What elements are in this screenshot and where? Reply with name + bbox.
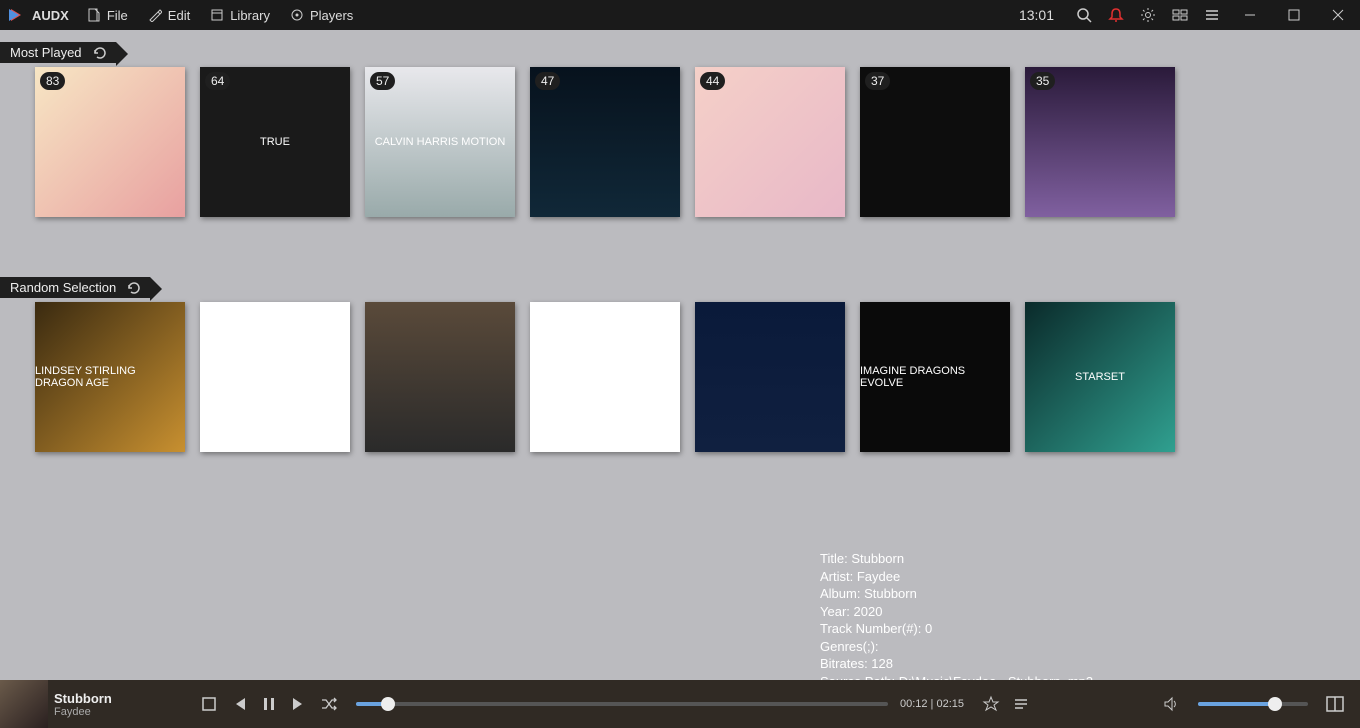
play-count-badge: 44	[700, 72, 725, 90]
sidebar-toggle-button[interactable]	[1320, 695, 1350, 713]
next-button[interactable]	[284, 695, 314, 713]
info-title: Stubborn	[851, 551, 904, 566]
album-tile[interactable]: 44	[695, 67, 845, 217]
search-icon[interactable]	[1071, 2, 1097, 28]
album-art: IMAGINE DRAGONS EVOLVE	[860, 302, 1010, 452]
album-tile[interactable]: 83	[35, 67, 185, 217]
menu-players[interactable]: Players	[290, 8, 353, 23]
close-button[interactable]	[1316, 0, 1360, 30]
album-tile[interactable]: TRUE64	[200, 67, 350, 217]
random-selection-header: Random Selection	[0, 277, 150, 298]
album-tile[interactable]	[695, 302, 845, 452]
seek-bar[interactable]	[356, 702, 888, 706]
menu-players-label: Players	[310, 8, 353, 23]
play-count-badge: 83	[40, 72, 65, 90]
random-row: LINDSEY STIRLING DRAGON AGE DANCEFLOOR IMA…	[0, 298, 1360, 452]
app-name: AUDX	[32, 8, 69, 23]
time-display: 00:12 | 02:15	[900, 698, 964, 710]
notification-icon[interactable]	[1103, 2, 1129, 28]
layout-icon[interactable]	[1167, 2, 1193, 28]
app-logo-icon	[6, 5, 26, 25]
playbar: Stubborn Faydee 00:12 | 02:15	[0, 680, 1360, 728]
menu-file[interactable]: File	[87, 8, 128, 23]
info-artist: Faydee	[857, 569, 900, 584]
settings-icon[interactable]	[1135, 2, 1161, 28]
now-playing-text: Stubborn Faydee	[54, 691, 194, 718]
now-playing-artist: Faydee	[54, 706, 194, 718]
most-played-label: Most Played	[10, 45, 82, 60]
most-played-header: Most Played	[0, 42, 116, 63]
album-art: STARSET	[1025, 302, 1175, 452]
album-art	[695, 302, 845, 452]
now-playing-title: Stubborn	[54, 691, 194, 706]
stop-button[interactable]	[194, 695, 224, 713]
minimize-button[interactable]	[1228, 0, 1272, 30]
album-tile[interactable]: 37	[860, 67, 1010, 217]
refresh-icon[interactable]	[126, 280, 142, 299]
play-count-badge: 47	[535, 72, 560, 90]
volume-slider[interactable]	[1198, 702, 1308, 706]
queue-button[interactable]	[1006, 695, 1036, 713]
volume-icon[interactable]	[1156, 695, 1186, 713]
album-tile[interactable]	[365, 302, 515, 452]
play-count-badge: 57	[370, 72, 395, 90]
favorite-button[interactable]	[976, 695, 1006, 713]
album-tile[interactable]: STARSET	[1025, 302, 1175, 452]
info-album: Stubborn	[864, 586, 917, 601]
titlebar: AUDX File Edit Library Players 13:01	[0, 0, 1360, 30]
info-track-label: Track Number(#):	[820, 621, 925, 636]
album-tile[interactable]: IMAGINE DRAGONS EVOLVE	[860, 302, 1010, 452]
menu-edit[interactable]: Edit	[148, 8, 190, 23]
pause-button[interactable]	[254, 695, 284, 713]
shuffle-button[interactable]	[314, 695, 344, 713]
info-year-label: Year:	[820, 604, 854, 619]
hamburger-icon[interactable]	[1199, 2, 1225, 28]
refresh-icon[interactable]	[92, 45, 108, 64]
album-tile[interactable]: CALVIN HARRIS MOTION57	[365, 67, 515, 217]
now-playing-art[interactable]	[0, 680, 48, 728]
info-year: 2020	[854, 604, 883, 619]
info-bitrate: 128	[871, 656, 893, 671]
random-label: Random Selection	[10, 280, 116, 295]
maximize-button[interactable]	[1272, 0, 1316, 30]
play-count-badge: 37	[865, 72, 890, 90]
play-count-badge: 64	[205, 72, 230, 90]
album-tile[interactable]: DANCEFLOOR	[530, 302, 680, 452]
menu-library-label: Library	[230, 8, 270, 23]
play-count-badge: 35	[1030, 72, 1055, 90]
album-tile[interactable]: LINDSEY STIRLING DRAGON AGE	[35, 302, 185, 452]
prev-button[interactable]	[224, 695, 254, 713]
album-art	[200, 302, 350, 452]
menu-file-label: File	[107, 8, 128, 23]
most-played-row: 83 TRUE64CALVIN HARRIS MOTION57 47 44 37 35	[0, 63, 1360, 217]
info-bitrate-label: Bitrates:	[820, 656, 871, 671]
album-tile[interactable]: 35	[1025, 67, 1175, 217]
menu-edit-label: Edit	[168, 8, 190, 23]
album-art	[365, 302, 515, 452]
info-track: 0	[925, 621, 932, 636]
track-info-panel: Title: Stubborn Artist: Faydee Album: St…	[820, 550, 1093, 690]
album-tile[interactable]	[200, 302, 350, 452]
album-tile[interactable]: 47	[530, 67, 680, 217]
info-genres-label: Genres(;):	[820, 639, 879, 654]
info-artist-label: Artist:	[820, 569, 857, 584]
album-art: DANCEFLOOR	[530, 302, 680, 452]
info-album-label: Album:	[820, 586, 864, 601]
album-art: LINDSEY STIRLING DRAGON AGE	[35, 302, 185, 452]
clock: 13:01	[1019, 7, 1054, 23]
menu-library[interactable]: Library	[210, 8, 270, 23]
info-title-label: Title:	[820, 551, 851, 566]
content-area: Most Played 83 TRUE64CALVIN HARRIS MOTION…	[0, 30, 1360, 680]
